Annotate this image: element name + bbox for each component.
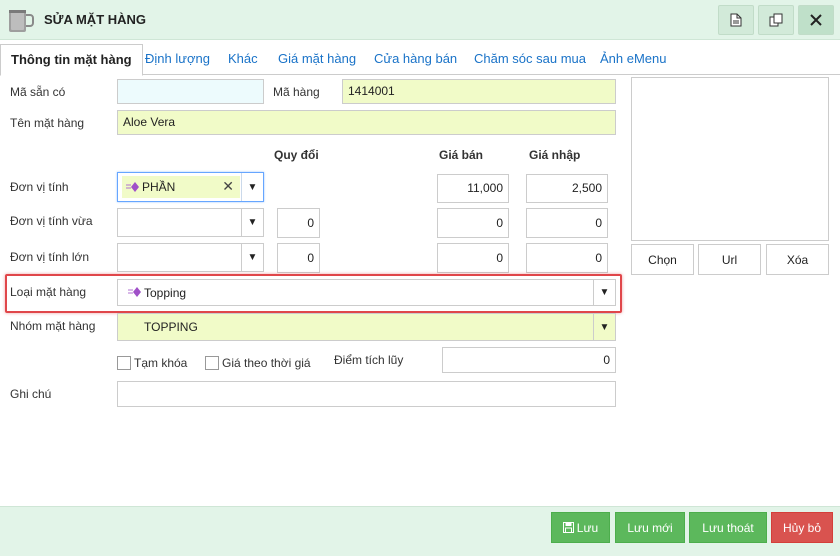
document-button[interactable] (718, 5, 754, 35)
chon-image-button[interactable]: Chọn (631, 244, 694, 275)
window-title: SỬA MẶT HÀNG (44, 12, 147, 27)
don-vi-tinh-select[interactable]: PHẦN ✕ ▼ (117, 172, 264, 202)
cancel-button[interactable]: Hủy bỏ (771, 512, 833, 543)
tab-cua-hang-ban[interactable]: Cửa hàng bán (374, 51, 457, 66)
ma-hang-input[interactable]: 1414001 (342, 79, 616, 104)
don-vi-tinh-chip: PHẦN ✕ (122, 176, 240, 198)
tab-cham-soc-sau-mua[interactable]: Chăm sóc sau mua (474, 51, 586, 66)
ghi-chu-label: Ghi chú (10, 387, 52, 401)
copy-icon (769, 13, 783, 27)
don-vi-tinh-label: Đơn vị tính (10, 180, 69, 194)
chevron-down-icon[interactable]: ▼ (241, 244, 263, 271)
ma-san-co-input[interactable] (117, 79, 264, 104)
ten-mat-hang-input[interactable]: Aloe Vera (117, 110, 616, 135)
window-titlebar: SỬA MẶT HÀNG (0, 0, 840, 40)
ma-san-co-label: Mã sẵn có (10, 85, 66, 99)
xoa-image-button[interactable]: Xóa (766, 244, 829, 275)
ten-mat-hang-label: Tên mặt hàng (10, 116, 85, 130)
don-vi-tinh-value: PHẦN (142, 180, 176, 194)
close-icon (810, 14, 822, 26)
ma-hang-label: Mã hàng (273, 85, 320, 99)
url-image-button[interactable]: Url (698, 244, 761, 275)
don-vi-tinh-vua-gia-nhap-input[interactable]: 0 (526, 208, 608, 238)
don-vi-tinh-vua-label: Đơn vị tính vừa (10, 214, 93, 228)
don-vi-tinh-lon-gia-nhap-input[interactable]: 0 (526, 243, 608, 273)
tab-anh-emenu[interactable]: Ảnh eMenu (600, 51, 667, 66)
save-new-button[interactable]: Lưu mới (615, 512, 685, 543)
save-exit-button[interactable]: Lưu thoát (689, 512, 767, 543)
don-vi-tinh-lon-gia-ban-input[interactable]: 0 (437, 243, 509, 273)
quy-doi-header: Quy đổi (274, 148, 319, 162)
save-button[interactable]: Lưu (551, 512, 610, 543)
document-icon (730, 13, 742, 27)
chevron-down-icon[interactable]: ▼ (241, 209, 263, 236)
tag-icon (126, 182, 139, 192)
tam-khoa-checkbox[interactable] (117, 356, 131, 370)
tam-khoa-label: Tạm khóa (134, 356, 188, 370)
tab-bar: Thông tin mặt hàng Định lượng Khác Giá m… (0, 40, 840, 76)
clear-icon[interactable]: ✕ (222, 178, 234, 195)
don-vi-tinh-gia-ban-input[interactable]: 11,000 (437, 174, 509, 203)
copy-button[interactable] (758, 5, 794, 35)
gia-theo-thoi-gia-checkbox[interactable] (205, 356, 219, 370)
highlight-box (5, 274, 622, 313)
nhom-mat-hang-select[interactable]: TOPPING ▼ (117, 313, 616, 341)
floppy-icon (562, 522, 574, 533)
close-button[interactable] (798, 5, 834, 35)
don-vi-tinh-vua-quy-doi-input[interactable]: 0 (277, 208, 320, 238)
chevron-down-icon[interactable]: ▼ (241, 173, 263, 201)
don-vi-tinh-gia-nhap-input[interactable]: 2,500 (526, 174, 608, 203)
diem-tich-luy-input[interactable]: 0 (442, 347, 616, 373)
chevron-down-icon[interactable]: ▼ (593, 314, 615, 340)
tab-thong-tin-mat-hang[interactable]: Thông tin mặt hàng (0, 44, 143, 76)
don-vi-tinh-vua-gia-ban-input[interactable]: 0 (437, 208, 509, 238)
tab-khac[interactable]: Khác (228, 51, 258, 66)
nhom-mat-hang-value: TOPPING (144, 320, 198, 334)
product-mug-icon (9, 10, 34, 32)
nhom-mat-hang-label: Nhóm mặt hàng (10, 319, 96, 333)
save-button-label: Lưu (576, 520, 599, 535)
don-vi-tinh-vua-select[interactable]: ▼ (117, 208, 264, 237)
image-preview (631, 77, 829, 241)
diem-tich-luy-label: Điểm tích lũy (334, 353, 404, 367)
tab-gia-mat-hang[interactable]: Giá mặt hàng (278, 51, 356, 66)
gia-ban-header: Giá bán (439, 148, 484, 162)
gia-theo-thoi-gia-label: Giá theo thời giá (222, 356, 311, 370)
don-vi-tinh-lon-select[interactable]: ▼ (117, 243, 264, 272)
don-vi-tinh-lon-quy-doi-input[interactable]: 0 (277, 243, 320, 273)
gia-nhap-header: Giá nhập (529, 148, 581, 162)
tab-dinh-luong[interactable]: Định lượng (145, 51, 210, 66)
ghi-chu-input[interactable] (117, 381, 616, 407)
footer-bar: Lưu Lưu mới Lưu thoát Hủy bỏ (0, 506, 840, 556)
don-vi-tinh-lon-label: Đơn vị tính lớn (10, 250, 90, 264)
